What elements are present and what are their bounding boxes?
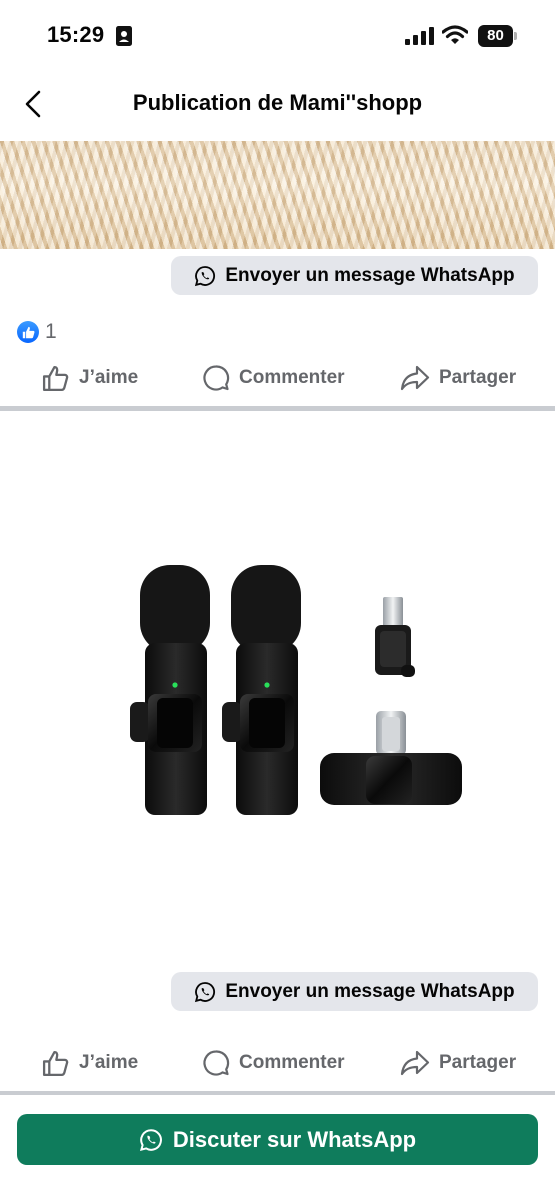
comment-button[interactable]: Commenter [202, 358, 345, 398]
like-icon [42, 365, 69, 391]
like-button[interactable]: J’aime [41, 1043, 138, 1083]
chat-on-whatsapp-button[interactable]: Discuter sur WhatsApp [17, 1114, 538, 1165]
share-button[interactable]: Partager [400, 358, 516, 398]
whatsapp-message-label: Envoyer un message WhatsApp [225, 264, 515, 286]
id-card-icon [116, 26, 132, 46]
whatsapp-icon [195, 265, 216, 286]
comment-button[interactable]: Commenter [202, 1043, 345, 1083]
header: Publication de Mami''shopp [0, 72, 555, 138]
reaction-summary[interactable]: 1 [17, 320, 57, 344]
share-icon [400, 1050, 430, 1076]
post-image[interactable] [0, 141, 555, 249]
like-reaction-icon [17, 321, 39, 343]
status-time: 15:29 [47, 22, 105, 47]
product-image[interactable] [0, 411, 555, 966]
reaction-count: 1 [45, 320, 57, 343]
share-button[interactable]: Partager [400, 1043, 516, 1083]
share-label: Partager [439, 1052, 517, 1073]
like-label: J’aime [79, 367, 139, 388]
status-bar: 15:29 80 [0, 0, 555, 72]
wireless-microphone-set-illustration [130, 565, 462, 815]
like-button[interactable]: J’aime [41, 358, 138, 398]
whatsapp-icon [195, 981, 216, 1002]
comment-icon [203, 1050, 230, 1076]
post-actions: J’aime Commenter Partager [0, 358, 555, 398]
chat-on-whatsapp-label: Discuter sur WhatsApp [172, 1126, 417, 1152]
share-label: Partager [439, 367, 517, 388]
page-title: Publication de Mami''shopp [132, 90, 423, 115]
share-icon [400, 365, 430, 391]
whatsapp-message-button[interactable]: Envoyer un message WhatsApp [171, 972, 538, 1011]
comment-label: Commenter [239, 1052, 345, 1073]
wifi-icon [442, 25, 468, 44]
whatsapp-icon [139, 1128, 162, 1151]
battery-icon: 80 [478, 25, 518, 47]
battery-level: 80 [478, 25, 513, 47]
comment-label: Commenter [239, 367, 345, 388]
signal-icon [405, 27, 434, 45]
comment-icon [203, 365, 230, 391]
whatsapp-message-button[interactable]: Envoyer un message WhatsApp [171, 256, 538, 295]
post-actions: J’aime Commenter Partager [0, 1043, 555, 1083]
whatsapp-message-label: Envoyer un message WhatsApp [225, 980, 515, 1002]
post-divider [0, 1091, 555, 1095]
like-label: J’aime [79, 1052, 139, 1073]
like-icon [42, 1050, 69, 1076]
